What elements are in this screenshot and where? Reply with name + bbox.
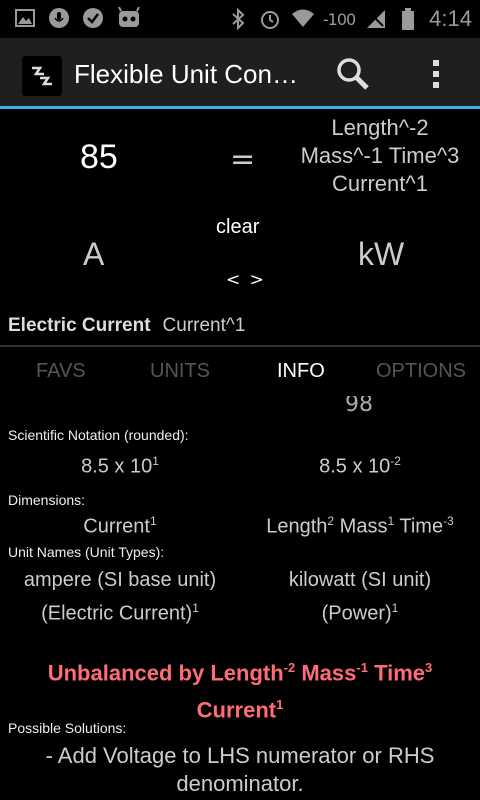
app-logo-icon[interactable] <box>22 56 62 96</box>
status-bar: -100 4:14 <box>0 0 480 38</box>
wifi-icon <box>291 8 314 30</box>
divider <box>0 345 480 347</box>
overflow-menu-button[interactable] <box>424 54 448 94</box>
dimensions-right: Length2 Mass1 Time-3 <box>266 514 454 538</box>
clock: 4:14 <box>429 6 472 31</box>
image-notification-icon <box>14 7 36 29</box>
info-panel[interactable]: 98 Scientific Notation (rounded): 8.5 x … <box>0 396 480 800</box>
search-icon <box>337 58 369 90</box>
action-bar: Flexible Unit Con… <box>0 38 480 106</box>
check-notification-icon <box>82 7 104 29</box>
bluetooth-icon <box>227 7 249 31</box>
sci-notation-right: 8.5 x 10-2 <box>319 454 401 478</box>
signal-strength-text: -100 <box>322 9 356 29</box>
value-input[interactable]: 85 <box>80 138 118 177</box>
alarm-icon <box>259 8 281 30</box>
tab-options[interactable]: OPTIONS <box>376 360 466 383</box>
equals-sign: = <box>230 142 256 177</box>
solutions-label: Possible Solutions: <box>8 720 127 736</box>
no-sim-icon <box>365 8 387 30</box>
tab-info[interactable]: INFO <box>277 360 325 383</box>
battery-icon <box>397 8 419 30</box>
tab-bar: FAVS UNITS INFO OPTIONS <box>0 350 480 396</box>
dimension-name: Electric Current <box>8 315 151 336</box>
sci-notation-label: Scientific Notation (rounded): <box>8 427 189 443</box>
unbalanced-warning: Unbalanced by Length-2 Mass-1 Time3 Curr… <box>47 660 433 723</box>
to-unit-button[interactable]: kW <box>358 236 404 273</box>
solution-text: - Add Voltage to LHS numerator or RHS de… <box>45 743 435 796</box>
dimensions-left: Current1 <box>83 514 157 538</box>
unit-names-label: Unit Names (Unit Types): <box>8 544 165 560</box>
dimensions-label: Dimensions: <box>8 492 86 508</box>
tab-favs[interactable]: FAVS <box>36 360 86 383</box>
search-button[interactable] <box>332 54 372 94</box>
actionbar-divider <box>0 106 480 109</box>
unit-name-left: ampere (SI base unit) (Electric Current)… <box>23 569 217 625</box>
dimension-expression: Current^1 <box>162 315 246 336</box>
swap-units-button[interactable]: < > <box>226 270 266 290</box>
cyanogen-notification-icon <box>116 6 140 29</box>
dimension-line: Electric Current Current^1 <box>8 315 245 337</box>
tab-units[interactable]: UNITS <box>150 360 210 383</box>
app-title: Flexible Unit Con… <box>74 59 298 89</box>
clear-button[interactable]: clear <box>216 216 259 239</box>
clipped-value: 98 <box>345 396 373 417</box>
sci-notation-left: 8.5 x 101 <box>81 454 159 478</box>
result-dimensions: Length^-2 Mass^-1 Time^3 Current^1 <box>300 115 460 196</box>
microphone-notification-icon <box>48 7 70 29</box>
from-unit-button[interactable]: A <box>83 236 104 273</box>
unit-name-right: kilowatt (SI unit) (Power)1 <box>288 569 432 625</box>
